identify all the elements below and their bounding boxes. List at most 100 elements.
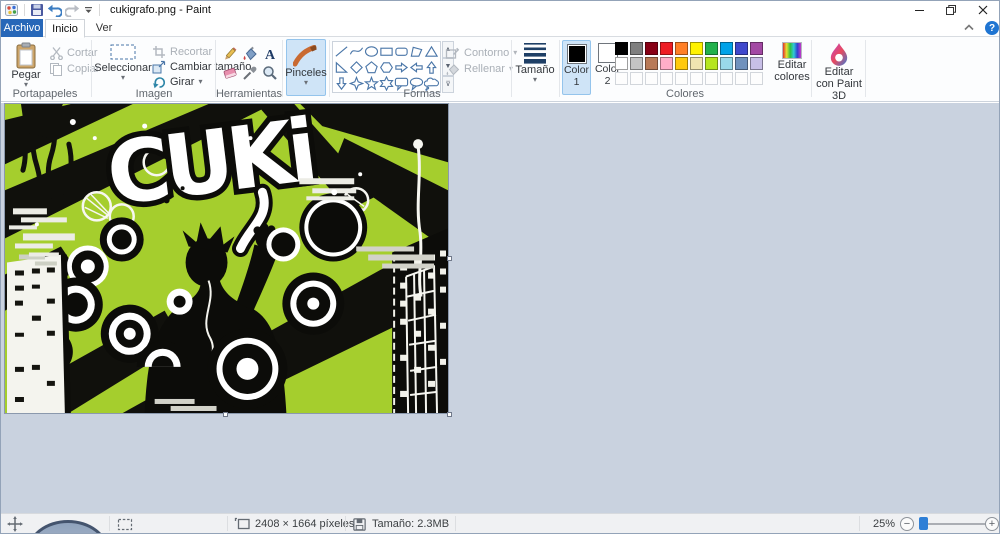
shape-rectangle[interactable] [379, 43, 394, 59]
rotate-button[interactable]: Girar [152, 74, 202, 89]
color1-button[interactable]: Color 1 [562, 40, 591, 95]
shape-fill-button[interactable]: Rellenar [445, 61, 513, 76]
paint3d-button[interactable]: Editar con Paint 3D [815, 39, 863, 102]
canvas[interactable]: CUKi [4, 103, 449, 414]
shape-curve[interactable] [349, 43, 364, 59]
titlebar: cukigrafo.png - Paint [1, 1, 999, 19]
close-button[interactable] [967, 1, 999, 19]
zoom-out-button[interactable] [900, 517, 914, 531]
paint-app-icon [5, 4, 18, 16]
palette-empty-slot[interactable] [735, 72, 748, 85]
window-controls [903, 1, 999, 19]
palette-empty-slot[interactable] [750, 72, 763, 85]
text-tool-icon: A [265, 48, 276, 62]
restore-button[interactable] [935, 1, 967, 19]
tool-fill[interactable] [241, 45, 259, 63]
shape-diamond[interactable] [349, 59, 364, 75]
rotate-label: Girar [170, 75, 195, 88]
shape-line[interactable] [334, 43, 349, 59]
palette-indigo[interactable] [735, 42, 748, 55]
ribbon: Pegar Cortar Copiar Portapapeles Selecci… [1, 37, 999, 102]
tool-color-picker[interactable] [241, 64, 259, 82]
palette-amarillo[interactable] [690, 42, 703, 55]
copy-icon [50, 62, 62, 76]
shape-pentagon[interactable] [364, 59, 379, 75]
canvas-resize-handle-right[interactable] [447, 256, 452, 261]
palette-marron[interactable] [645, 57, 658, 70]
shape-rounded-rectangle[interactable] [394, 43, 409, 59]
palette-turquesa-claro[interactable] [720, 57, 733, 70]
palette-empty-slot[interactable] [660, 72, 673, 85]
tab-inicio[interactable]: Inicio [45, 19, 85, 38]
canvas-artwork[interactable]: CUKi [5, 104, 448, 413]
canvas-resize-handle-bottom[interactable] [223, 412, 228, 417]
shape-ellipse[interactable] [364, 43, 379, 59]
redo-button[interactable] [65, 4, 80, 17]
polygon-icon [410, 46, 423, 57]
separator [24, 4, 25, 16]
palette-rojo-oscuro[interactable] [645, 42, 658, 55]
close-icon [978, 5, 988, 15]
shape-right-triangle[interactable] [334, 59, 349, 75]
zoom-in-button[interactable] [985, 517, 999, 531]
zoom-slider-thumb[interactable] [919, 517, 928, 530]
edit-colors-button[interactable]: Editar colores [773, 39, 811, 83]
zoom-slider[interactable] [923, 523, 985, 525]
fill-bucket-icon [243, 46, 257, 61]
palette-empty-slot[interactable] [690, 72, 703, 85]
shape-arrow-up[interactable] [424, 59, 439, 75]
tab-archivo[interactable]: Archivo [1, 19, 43, 37]
crop-button[interactable]: Recortar [152, 44, 212, 59]
palette-rosa[interactable] [660, 57, 673, 70]
help-button[interactable] [985, 21, 999, 35]
palette-empty-slot[interactable] [705, 72, 718, 85]
paste-button[interactable]: Pegar [6, 39, 46, 89]
tool-pencil[interactable] [221, 45, 239, 63]
minimize-button[interactable] [903, 1, 935, 19]
selection-size-pane [117, 514, 133, 533]
statusbar-divider [455, 516, 456, 531]
palette-turquesa[interactable] [720, 42, 733, 55]
clipboard-icon [16, 42, 36, 69]
palette-gris-25[interactable] [630, 57, 643, 70]
right-triangle-icon [335, 61, 349, 73]
canvas-resize-handle-corner[interactable] [447, 412, 452, 417]
tab-ver[interactable]: Ver [87, 19, 121, 37]
shape-triangle[interactable] [424, 43, 439, 59]
tool-eraser[interactable] [221, 64, 239, 82]
line-size-icon [524, 43, 546, 64]
palette-naranja[interactable] [675, 42, 688, 55]
palette-lavanda[interactable] [750, 57, 763, 70]
palette-oro[interactable] [675, 57, 688, 70]
palette-verde[interactable] [705, 42, 718, 55]
palette-rojo[interactable] [660, 42, 673, 55]
save-button[interactable] [30, 3, 44, 17]
outline-button[interactable]: Contorno [445, 45, 517, 60]
palette-empty-slot[interactable] [675, 72, 688, 85]
tool-text[interactable]: A [261, 45, 279, 63]
group-label-colores: Colores [666, 88, 704, 100]
shape-arrow-right[interactable] [394, 59, 409, 75]
tool-magnifier[interactable] [261, 64, 279, 82]
palette-lima[interactable] [705, 57, 718, 70]
palette-negro[interactable] [615, 42, 628, 55]
palette-amarillo-claro[interactable] [690, 57, 703, 70]
qat-customize-button[interactable] [83, 5, 94, 15]
brushes-button[interactable]: Pinceles [285, 39, 327, 96]
collapse-ribbon-button[interactable] [963, 23, 975, 32]
shape-arrow-left[interactable] [409, 59, 424, 75]
palette-gris-50[interactable] [630, 42, 643, 55]
image-dimensions: 2408 × 1664 píxeles [255, 518, 355, 530]
size-button[interactable]: Tamaño [513, 39, 557, 84]
palette-blanco[interactable] [615, 57, 628, 70]
palette-empty-slot[interactable] [630, 72, 643, 85]
palette-purpura[interactable] [750, 42, 763, 55]
shape-hexagon[interactable] [379, 59, 394, 75]
palette-empty-slot[interactable] [615, 72, 628, 85]
palette-empty-slot[interactable] [645, 72, 658, 85]
palette-empty-slot[interactable] [720, 72, 733, 85]
select-button[interactable]: Seleccionar [94, 39, 152, 82]
palette-azul-gris[interactable] [735, 57, 748, 70]
undo-button[interactable] [47, 4, 62, 17]
shape-polygon[interactable] [409, 43, 424, 59]
